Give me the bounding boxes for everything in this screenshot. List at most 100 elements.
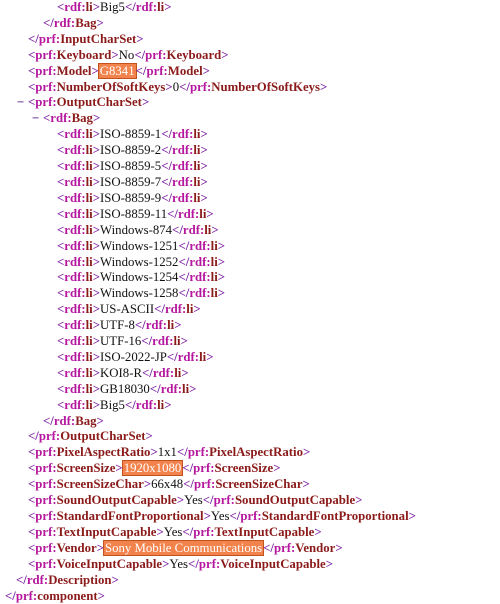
endtag-name: ScreenSize [214,461,274,476]
endtag-open-bracket: </ [141,334,153,349]
tag-open-bracket: </ [16,572,27,587]
element-value: ISO-8859-2 [100,143,162,158]
tag-namespace: rdf: [64,334,86,349]
tag-close-bracket: > [97,588,105,603]
endtag-close-bracket: > [302,445,311,460]
endtag-name: ScreenSizeChar [215,477,303,492]
xml-line: <rdf:li>Big5</rdf:li> [0,0,500,16]
tag-namespace: prf: [35,95,57,110]
endtag-name: li [193,174,201,189]
endtag-close-bracket: > [221,47,229,62]
xml-line: <prf:PixelAspectRatio>1x1</prf:PixelAspe… [0,445,500,461]
endtag-namespace: prf: [189,79,212,94]
endtag-name: li [193,143,201,158]
endtag-close-bracket: > [320,79,328,94]
tag-close-bracket: > [92,238,101,253]
element-value: US-ASCII [100,302,155,317]
tag-name: OutputCharSet [60,429,146,444]
tag-open-bracket: </ [28,429,39,444]
tag-name: li [85,222,93,237]
endtag-open-bracket: </ [179,79,190,94]
endtag-open-bracket: </ [167,206,178,221]
highlighted-value[interactable]: 1920x1080 [121,460,184,477]
xml-line: <rdf:li>ISO-8859-1</rdf:li> [0,127,500,143]
endtag-namespace: rdf: [152,365,175,380]
xml-line: </rdf:Description> [0,573,500,589]
xml-line: <rdf:li>Windows-1251</rdf:li> [0,239,500,255]
endtag-open-bracket: </ [166,349,178,364]
element-value: UTF-8 [100,318,135,333]
endtag-close-bracket: > [335,540,343,555]
collapse-toggle-icon[interactable]: − [17,95,28,111]
tag-name: SoundOutputCapable [56,493,177,508]
xml-line: </prf:InputCharSet> [0,32,500,48]
tag-open-bracket: </ [43,413,54,428]
tag-namespace: prf: [35,477,57,492]
tag-namespace: prf: [35,524,57,539]
tag-close-bracket: > [162,556,170,571]
tag-name: ScreenSizeChar [56,477,144,492]
endtag-open-bracket: </ [161,190,173,205]
xml-line: <rdf:li>UTF-16</rdf:li> [0,334,500,350]
endtag-namespace: prf: [187,445,210,460]
xml-line: </prf:OutputCharSet> [0,429,500,445]
tag-namespace: rdf: [64,270,86,285]
tag-namespace: prf: [38,429,61,444]
element-value: 66x48 [151,477,184,492]
element-value: No [118,47,135,62]
collapse-toggle-icon[interactable]: − [32,111,43,127]
endtag-name: NumberOfSoftKeys [211,79,321,94]
endtag-close-bracket: > [273,461,281,476]
tag-name: Keyboard [56,47,112,62]
element-value: Yes [163,524,183,539]
tag-open-bracket: </ [43,15,54,30]
endtag-close-bracket: > [206,349,214,364]
tag-name: li [85,365,93,380]
highlighted-value[interactable]: Sony Mobile Communications [102,539,265,556]
element-value: Yes [210,509,230,523]
element-value: Windows-1258 [100,286,179,301]
tag-close-bracket: > [92,302,101,317]
endtag-namespace: rdf: [172,159,194,174]
endtag-namespace: prf: [193,524,215,539]
tag-name: li [85,127,93,142]
endtag-open-bracket: </ [134,318,146,333]
endtag-name: li [210,254,218,269]
tag-name: li [85,143,93,158]
tag-name: li [85,397,93,412]
tag-namespace: prf: [15,588,38,603]
endtag-open-bracket: </ [202,493,214,508]
element-value: KOI8-R [100,365,142,380]
tag-namespace: rdf: [64,381,86,396]
xml-line: <prf:TextInputCapable>Yes</prf:TextInput… [0,525,500,541]
tag-namespace: rdf: [64,127,86,142]
tag-name: li [85,349,93,364]
element-value: ISO-8859-9 [100,190,162,205]
tag-close-bracket: > [92,143,101,158]
tag-namespace: prf: [35,540,57,555]
highlighted-value[interactable]: G8341 [97,62,137,79]
endtag-name: li [210,238,218,253]
tag-name: Description [48,572,112,587]
tag-close-bracket: > [92,0,101,14]
endtag-name: li [193,127,201,142]
tag-close-bracket: > [92,397,101,412]
endtag-name: li [210,270,218,285]
endtag-close-bracket: > [217,270,226,285]
xml-line: <prf:ScreenSizeChar>66x48</prf:ScreenSiz… [0,477,500,493]
endtag-open-bracket: </ [149,381,161,396]
endtag-open-bracket: </ [161,159,173,174]
tag-name: TextInputCapable [56,524,157,539]
endtag-open-bracket: </ [188,556,199,571]
endtag-close-bracket: > [200,174,208,189]
endtag-close-bracket: > [200,190,208,205]
xml-tree-view[interactable]: <rdf:li>Big5</rdf:li> </rdf:Bag> </prf:Inp… [0,0,500,604]
endtag-namespace: rdf: [172,174,194,189]
endtag-open-bracket: </ [134,47,146,62]
endtag-namespace: rdf: [172,127,194,142]
tag-namespace: prf: [35,47,57,62]
xml-line: </rdf:Bag> [0,414,500,430]
tag-close-bracket: > [165,79,173,94]
tag-open-bracket: </ [5,588,16,603]
endtag-name: TextInputCapable [214,524,315,539]
